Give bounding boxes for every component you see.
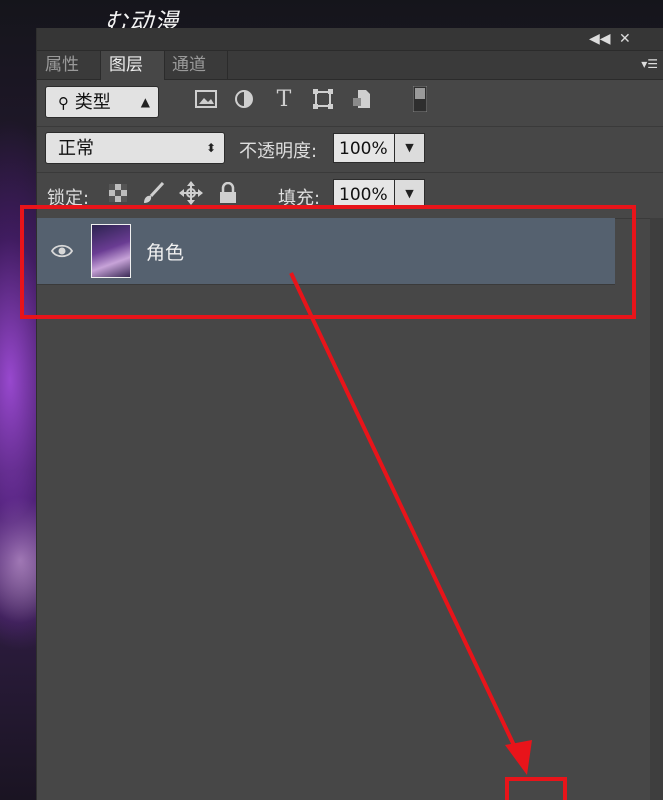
tab-channels[interactable]: 通道 bbox=[164, 51, 228, 79]
lock-row: 锁定: 填充: 100% ▼ bbox=[37, 172, 663, 219]
opacity-input[interactable]: 100% bbox=[333, 133, 395, 163]
smart-object-filter-icon[interactable] bbox=[349, 86, 375, 112]
fill-label: 填充: bbox=[278, 188, 321, 209]
collapse-panel-icon[interactable]: ◀◀ bbox=[589, 30, 611, 48]
up-down-arrows-icon: ▲ bbox=[140, 95, 150, 109]
adjustment-filter-icon[interactable] bbox=[231, 86, 257, 112]
fill-dropdown-icon[interactable]: ▼ bbox=[395, 179, 425, 209]
filter-kind-label: 类型 bbox=[74, 92, 111, 113]
layers-scrollbar[interactable] bbox=[650, 218, 663, 800]
fill-input[interactable]: 100% bbox=[333, 179, 395, 209]
blend-row: 正常 ⬍ 不透明度: 100% ▼ bbox=[37, 126, 663, 173]
eye-icon[interactable] bbox=[50, 240, 74, 262]
image-filter-icon[interactable] bbox=[193, 86, 219, 112]
lock-position-icon[interactable] bbox=[179, 181, 203, 205]
opacity-dropdown-icon[interactable]: ▼ bbox=[395, 133, 425, 163]
filter-kind-select[interactable]: ⚲ 类型 ▲ bbox=[45, 86, 159, 118]
lock-transparent-icon[interactable] bbox=[109, 184, 127, 202]
opacity-label: 不透明度: bbox=[239, 141, 318, 162]
layer-name[interactable]: 角色 bbox=[146, 238, 184, 265]
tab-layers[interactable]: 图层 bbox=[101, 51, 165, 80]
lock-label: 锁定: bbox=[47, 188, 90, 209]
blend-mode-value: 正常 bbox=[58, 138, 94, 159]
tab-properties[interactable]: 属性 bbox=[37, 51, 101, 79]
lock-all-icon[interactable] bbox=[219, 181, 237, 204]
panel-titlebar: ◀◀ ✕ bbox=[37, 28, 663, 51]
layer-row[interactable]: 角色 bbox=[37, 218, 615, 285]
shape-filter-icon[interactable] bbox=[310, 86, 336, 112]
text-filter-icon[interactable]: T bbox=[271, 86, 297, 112]
panel-tabs: 属性 图层 通道 ▾☰ bbox=[37, 51, 663, 80]
blend-mode-select[interactable]: 正常 ⬍ bbox=[45, 132, 225, 164]
layer-thumbnail[interactable] bbox=[91, 224, 131, 278]
search-icon: ⚲ bbox=[58, 94, 69, 112]
filter-toggle-icon[interactable] bbox=[407, 86, 433, 112]
lock-image-icon[interactable] bbox=[141, 181, 165, 204]
panel-menu-icon[interactable]: ▾☰ bbox=[641, 57, 658, 71]
up-down-arrows-icon: ⬍ bbox=[205, 141, 216, 155]
layers-panel: ◀◀ ✕ 属性 图层 通道 ▾☰ ⚲ 类型 ▲ T 正常 ⬍ 不透明度: 100… bbox=[36, 28, 663, 800]
close-panel-icon[interactable]: ✕ bbox=[619, 30, 631, 48]
